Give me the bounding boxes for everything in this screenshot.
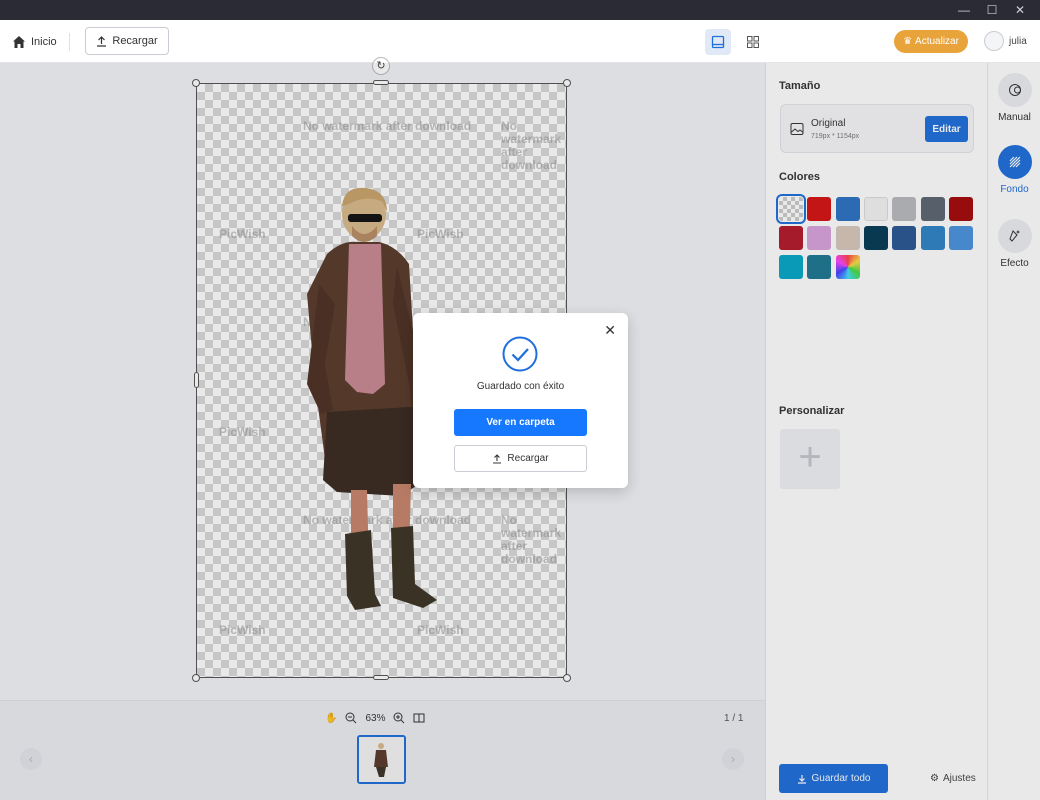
reload-button[interactable]: Recargar [85,27,169,55]
grid-view-button[interactable] [740,29,766,55]
upload-icon [97,35,107,47]
user-menu[interactable]: julia [984,31,1027,51]
minimize-icon[interactable]: — [956,2,972,18]
maximize-icon[interactable]: ☐ [984,2,1000,18]
single-view-button[interactable] [705,29,731,55]
open-folder-button[interactable]: Ver en carpeta [454,409,587,436]
save-success-dialog: ✕ Guardado con éxito Ver en carpeta Reca… [413,313,628,488]
home-icon [13,36,25,48]
upgrade-label: Actualizar [915,36,959,47]
user-name: julia [1009,35,1027,47]
reload-label: Recargar [112,35,158,47]
grid-view-icon [747,36,759,48]
single-view-icon [711,35,725,49]
home-button[interactable]: Inicio [12,34,57,50]
close-icon[interactable]: ✕ [604,323,616,337]
window-titlebar: — ☐ ✕ [0,0,1040,20]
dialog-reload-button[interactable]: Recargar [454,445,587,472]
crown-icon: ♛ [903,36,913,47]
toolbar-divider [69,33,70,51]
upgrade-button[interactable]: ♛ Actualizar [894,30,968,53]
upload-icon [493,453,502,464]
home-label: Inicio [31,36,57,48]
top-toolbar: Inicio Recargar ♛ Actualizar julia [0,20,1040,63]
dialog-message: Guardado con éxito [476,381,565,392]
close-window-icon[interactable]: ✕ [1012,2,1028,18]
avatar [984,31,1004,51]
dialog-reload-label: Recargar [507,453,549,464]
success-check-icon [502,336,538,372]
